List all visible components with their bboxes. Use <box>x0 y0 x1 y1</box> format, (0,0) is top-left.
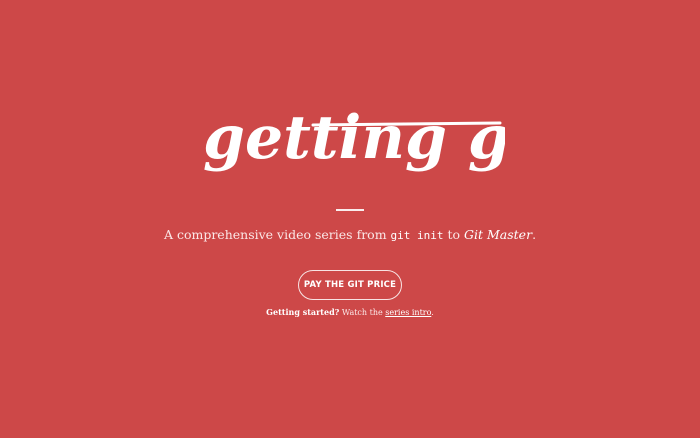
tagline-code: git init <box>390 229 444 242</box>
getting-started-suffix: . <box>431 308 434 317</box>
tagline-emphasis: Git Master <box>464 227 533 242</box>
logo-strike-line <box>311 121 502 127</box>
logo-wordmark: getting git <box>203 103 505 173</box>
tagline-suffix: . <box>532 227 537 242</box>
hero-divider <box>336 209 364 211</box>
tagline-prefix: A comprehensive video series from <box>163 227 391 242</box>
series-intro-link[interactable]: series intro <box>385 308 431 317</box>
getting-started-note: Getting started? Watch the series intro. <box>0 307 700 317</box>
pay-the-git-price-button[interactable]: PAY THE GIT PRICE <box>298 270 402 300</box>
getting-started-text: Watch the <box>339 308 386 317</box>
tagline-mid: to <box>443 227 465 242</box>
getting-git-logo: getting git <box>203 103 505 173</box>
hero-tagline: A comprehensive video series from git in… <box>0 227 700 242</box>
landing-page: getting git A comprehensive video series… <box>0 0 700 438</box>
getting-started-lead: Getting started? <box>266 307 340 317</box>
